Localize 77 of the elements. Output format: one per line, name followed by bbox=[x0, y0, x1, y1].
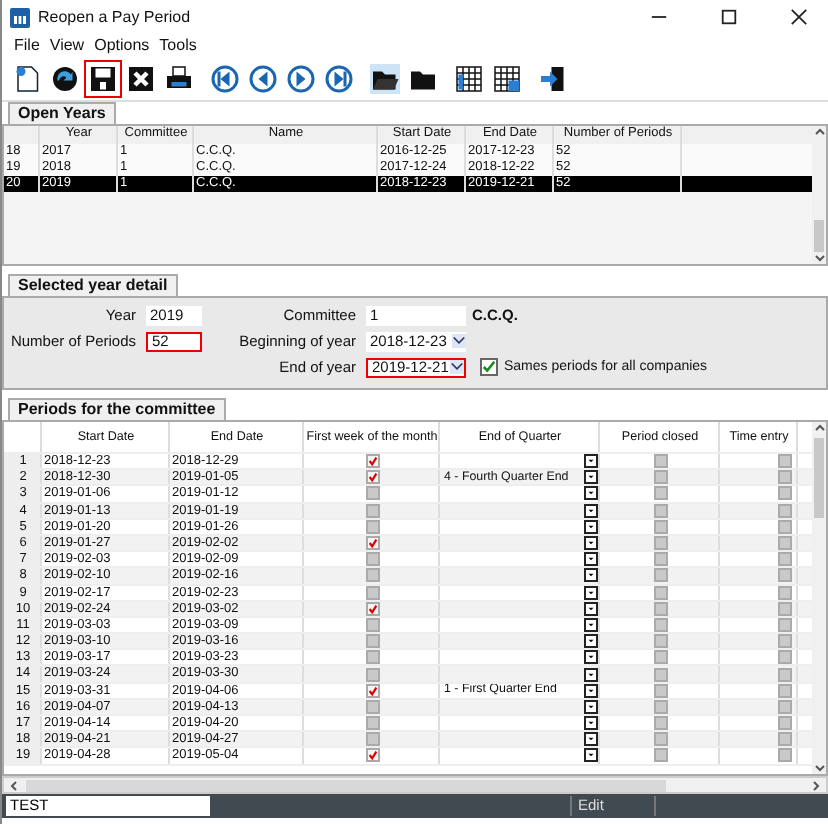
open-icon bbox=[370, 63, 400, 93]
delete-icon bbox=[126, 63, 156, 93]
first-week-checkbox[interactable] bbox=[365, 716, 379, 731]
period-closed-checkbox[interactable] bbox=[653, 732, 667, 747]
time-entry-checkbox[interactable] bbox=[778, 748, 792, 763]
app-logo-icon bbox=[10, 7, 30, 27]
period-closed-checkbox[interactable] bbox=[653, 470, 667, 485]
same-periods-checkbox[interactable] bbox=[480, 358, 498, 376]
next-icon bbox=[286, 63, 316, 93]
time-entry-checkbox[interactable] bbox=[778, 536, 792, 551]
scroll-down-icon[interactable] bbox=[813, 762, 825, 774]
chevron-down-icon bbox=[452, 334, 466, 348]
scroll-down-icon[interactable] bbox=[813, 252, 825, 264]
refresh-icon bbox=[50, 63, 80, 93]
period-closed-checkbox[interactable] bbox=[653, 536, 667, 551]
scroll-right-icon[interactable] bbox=[810, 779, 822, 791]
last-icon bbox=[324, 63, 354, 93]
first-week-checkbox[interactable] bbox=[365, 536, 379, 551]
selected-year-detail-tab[interactable]: Selected year detail bbox=[8, 274, 178, 296]
prev-icon bbox=[248, 63, 278, 93]
scroll-thumb[interactable] bbox=[814, 438, 824, 518]
periods-tab[interactable]: Periods for the committee bbox=[8, 398, 226, 420]
first-week-checkbox[interactable] bbox=[365, 732, 379, 747]
toolbar-open-button[interactable] bbox=[366, 59, 404, 97]
period-closed-checkbox[interactable] bbox=[653, 454, 667, 469]
save-icon bbox=[88, 63, 118, 93]
first-week-checkbox[interactable] bbox=[365, 454, 379, 469]
vertical-scrollbar[interactable] bbox=[812, 126, 826, 264]
first-week-checkbox[interactable] bbox=[365, 470, 379, 485]
time-entry-checkbox[interactable] bbox=[778, 650, 792, 665]
chevron-down-icon bbox=[450, 360, 464, 374]
first-week-checkbox[interactable] bbox=[365, 667, 379, 682]
time-entry-checkbox[interactable] bbox=[778, 716, 792, 731]
open-years-tab[interactable]: Open Years bbox=[8, 102, 116, 124]
time-entry-checkbox[interactable] bbox=[778, 732, 792, 747]
time-entry-checkbox[interactable] bbox=[778, 552, 792, 567]
menu-item[interactable]: Tools bbox=[159, 36, 197, 54]
period-closed-checkbox[interactable] bbox=[653, 634, 667, 649]
time-entry-checkbox[interactable] bbox=[778, 667, 792, 682]
time-entry-checkbox[interactable] bbox=[778, 486, 792, 501]
close-icon[interactable] bbox=[790, 8, 808, 26]
period-closed-checkbox[interactable] bbox=[653, 748, 667, 763]
period-closed-checkbox[interactable] bbox=[653, 667, 667, 682]
time-entry-checkbox[interactable] bbox=[778, 634, 792, 649]
maximize-icon[interactable] bbox=[720, 8, 738, 26]
horizontal-scrollbar[interactable] bbox=[2, 776, 828, 794]
vertical-scrollbar[interactable] bbox=[812, 422, 826, 774]
grid-icon bbox=[454, 63, 484, 93]
period-closed-checkbox[interactable] bbox=[653, 486, 667, 501]
scroll-up-icon[interactable] bbox=[813, 422, 825, 434]
menu-item[interactable]: Options bbox=[94, 36, 150, 54]
exit-icon bbox=[538, 63, 568, 93]
period-closed-checkbox[interactable] bbox=[653, 716, 667, 731]
scroll-thumb[interactable] bbox=[814, 220, 824, 252]
first-week-checkbox[interactable] bbox=[365, 650, 379, 665]
time-entry-checkbox[interactable] bbox=[778, 454, 792, 469]
first-week-checkbox[interactable] bbox=[365, 748, 379, 763]
period-closed-checkbox[interactable] bbox=[653, 568, 667, 583]
window-title: Reopen a Pay Period bbox=[38, 8, 193, 26]
gridlock-icon bbox=[492, 63, 522, 93]
scroll-thumb[interactable] bbox=[26, 779, 666, 791]
first-week-checkbox[interactable] bbox=[365, 486, 379, 501]
first-week-checkbox[interactable] bbox=[365, 552, 379, 567]
time-entry-checkbox[interactable] bbox=[778, 568, 792, 583]
toolbar-save-button[interactable] bbox=[84, 59, 122, 97]
first-icon bbox=[210, 63, 240, 93]
scroll-up-icon[interactable] bbox=[813, 126, 825, 138]
time-entry-checkbox[interactable] bbox=[778, 470, 792, 485]
print-icon bbox=[164, 63, 194, 93]
first-week-checkbox[interactable] bbox=[365, 634, 379, 649]
menu-item[interactable]: File bbox=[14, 36, 40, 54]
first-week-checkbox[interactable] bbox=[365, 568, 379, 583]
period-closed-checkbox[interactable] bbox=[653, 650, 667, 665]
menu-item[interactable]: View bbox=[49, 36, 85, 54]
period-closed-checkbox[interactable] bbox=[653, 552, 667, 567]
new-icon bbox=[12, 63, 42, 93]
scroll-left-icon[interactable] bbox=[8, 779, 20, 791]
